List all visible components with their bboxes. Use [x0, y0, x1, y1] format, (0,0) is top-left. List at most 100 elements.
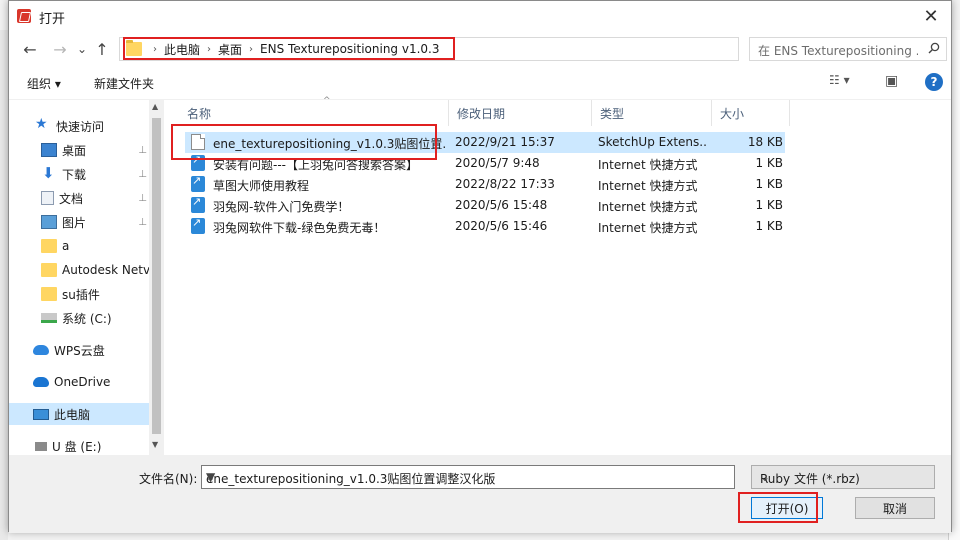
- sidebar-item-pictures[interactable]: 图片 ⊥: [9, 211, 149, 233]
- column-header-name[interactable]: 名称 ^: [179, 96, 449, 126]
- sidebar-item-label: 图片: [62, 215, 87, 230]
- pin-icon[interactable]: ⊥: [138, 169, 147, 180]
- file-type: Internet 快捷方式: [598, 158, 698, 172]
- open-file-dialog: 打开 ✕ ← → ⌄ ↑ › 此电脑 › 桌面 › ENS Texturepos…: [8, 0, 952, 533]
- file-date: 2020/5/6 15:46: [455, 219, 548, 233]
- annotation-box-address: [123, 37, 455, 60]
- search-box[interactable]: 在 ENS Texturepositioning ...: [749, 37, 947, 61]
- filetype-select[interactable]: Ruby 文件 (*.rbz) ⌄: [751, 465, 935, 489]
- column-header-label: 名称: [187, 106, 212, 121]
- up-arrow-icon[interactable]: ↑: [91, 38, 113, 60]
- sidebar-item-onedrive[interactable]: OneDrive: [9, 371, 149, 393]
- sidebar-item-label: 此电脑: [54, 407, 91, 422]
- sidebar-item-documents[interactable]: 文档 ⊥: [9, 187, 149, 209]
- sidebar-item-label: su插件: [62, 287, 100, 302]
- search-icon[interactable]: [928, 42, 940, 54]
- window-title: 打开: [39, 12, 66, 27]
- sidebar-scrollbar[interactable]: ▲ ▼: [149, 100, 164, 455]
- command-toolbar: 组织 ▾ 新建文件夹 ☷ ▾ ▣ ?: [9, 64, 951, 100]
- folder-icon: [41, 287, 57, 301]
- sidebar-item-label: Autodesk Netv: [62, 263, 149, 277]
- pictures-icon: [41, 215, 57, 229]
- column-header-date[interactable]: 修改日期: [449, 100, 592, 126]
- sidebar-item-this-pc[interactable]: 此电脑: [9, 403, 149, 425]
- chevron-down-icon[interactable]: ⌄: [760, 470, 928, 484]
- onedrive-icon: [33, 377, 49, 387]
- sidebar-item-desktop[interactable]: 桌面 ⊥: [9, 139, 149, 161]
- file-date: 2020/5/6 15:48: [455, 198, 548, 212]
- chevron-down-icon[interactable]: ▼: [152, 440, 158, 449]
- download-icon: [41, 164, 57, 182]
- usb-drive-icon: [35, 441, 47, 451]
- cancel-button[interactable]: 取消: [855, 497, 935, 519]
- file-row[interactable]: 羽兔网-软件入门免费学！ 2020/5/6 15:48 Internet 快捷方…: [185, 195, 785, 216]
- file-name: 羽兔网-软件入门免费学！: [213, 200, 350, 214]
- file-row[interactable]: 草图大师使用教程 2022/8/22 17:33 Internet 快捷方式 1…: [185, 174, 785, 195]
- column-header-type[interactable]: 类型: [592, 100, 712, 126]
- view-options-icon[interactable]: ☷ ▾: [829, 73, 850, 87]
- back-arrow-icon[interactable]: ←: [19, 38, 41, 60]
- file-size: 1 KB: [755, 198, 783, 212]
- title-bar: 打开 ✕: [9, 1, 951, 32]
- sort-ascending-icon: ^: [323, 96, 331, 106]
- annotation-box-file: [171, 124, 437, 160]
- file-size: 1 KB: [755, 177, 783, 191]
- forward-arrow-icon[interactable]: →: [49, 38, 71, 60]
- file-row[interactable]: 羽兔网软件下载-绿色免费无毒！ 2020/5/6 15:46 Internet …: [185, 216, 785, 237]
- file-name: 草图大师使用教程: [213, 179, 310, 193]
- navigation-pane: 快速访问 桌面 ⊥ 下载 ⊥ 文档 ⊥ 图片 ⊥ a Autodesk Ne: [9, 100, 164, 455]
- star-icon: [35, 116, 51, 133]
- sidebar-item-label: 系统 (C:): [62, 311, 112, 326]
- chevron-up-icon[interactable]: ▲: [152, 102, 158, 111]
- file-date: 2020/5/7 9:48: [455, 156, 540, 170]
- sidebar-item-usb-drive[interactable]: U 盘 (E:): [9, 435, 149, 457]
- recent-locations-icon[interactable]: ⌄: [71, 38, 93, 60]
- sidebar-item-label: a: [62, 239, 70, 253]
- preview-pane-icon[interactable]: ▣: [885, 73, 898, 89]
- file-type: Internet 快捷方式: [598, 179, 698, 193]
- help-icon[interactable]: ?: [925, 73, 943, 91]
- folder-icon: [41, 263, 57, 277]
- file-name: 羽兔网软件下载-绿色免费无毒！: [213, 221, 386, 235]
- sidebar-item-label: 桌面: [62, 143, 87, 158]
- file-type: SketchUp Extens...: [598, 135, 706, 149]
- filename-input[interactable]: ene_texturepositioning_v1.0.3贴图位置调整汉化版 ▼: [201, 465, 735, 489]
- sidebar-item-label: 下载: [62, 167, 87, 182]
- file-type: Internet 快捷方式: [598, 221, 698, 235]
- desktop-icon: [41, 143, 57, 157]
- column-header-size[interactable]: 大小: [712, 100, 790, 126]
- column-header-label: 类型: [600, 106, 625, 121]
- pin-icon[interactable]: ⊥: [138, 217, 147, 228]
- sidebar-item-label: 文档: [59, 191, 84, 206]
- file-size: 1 KB: [755, 156, 783, 170]
- computer-icon: [33, 408, 49, 420]
- close-button[interactable]: ✕: [911, 1, 951, 32]
- column-header-label: 大小: [720, 106, 745, 121]
- pin-icon[interactable]: ⊥: [138, 145, 147, 156]
- cloud-icon: [33, 345, 49, 355]
- document-icon: [41, 191, 54, 205]
- new-folder-button[interactable]: 新建文件夹: [94, 75, 154, 92]
- sidebar-item-autodesk[interactable]: Autodesk Netv: [9, 259, 149, 281]
- sidebar-item-label: 快速访问: [56, 119, 105, 134]
- sidebar-item-label: WPS云盘: [54, 343, 105, 358]
- file-size: 1 KB: [755, 219, 783, 233]
- organize-button[interactable]: 组织 ▾: [27, 75, 61, 92]
- sidebar-item-drive-c[interactable]: 系统 (C:): [9, 307, 149, 329]
- drive-icon: [41, 313, 57, 323]
- sidebar-item-su-plugins[interactable]: su插件: [9, 283, 149, 305]
- sidebar-item-folder-a[interactable]: a: [9, 235, 149, 257]
- scrollbar-thumb[interactable]: [152, 118, 161, 434]
- sidebar-item-downloads[interactable]: 下载 ⊥: [9, 163, 149, 185]
- sidebar-item-wps-cloud[interactable]: WPS云盘: [9, 339, 149, 361]
- file-type: Internet 快捷方式: [598, 200, 698, 214]
- sidebar-item-label: U 盘 (E:): [52, 439, 102, 454]
- sketchup-app-icon: [17, 9, 31, 23]
- filename-label: 文件名(N):: [139, 472, 198, 486]
- folder-icon: [41, 239, 57, 253]
- sidebar-item-quick-access[interactable]: 快速访问: [9, 115, 149, 137]
- file-date: 2022/9/21 15:37: [455, 135, 555, 149]
- search-input[interactable]: 在 ENS Texturepositioning ...: [758, 42, 918, 59]
- chevron-down-icon[interactable]: ▼: [206, 470, 728, 484]
- pin-icon[interactable]: ⊥: [138, 193, 147, 204]
